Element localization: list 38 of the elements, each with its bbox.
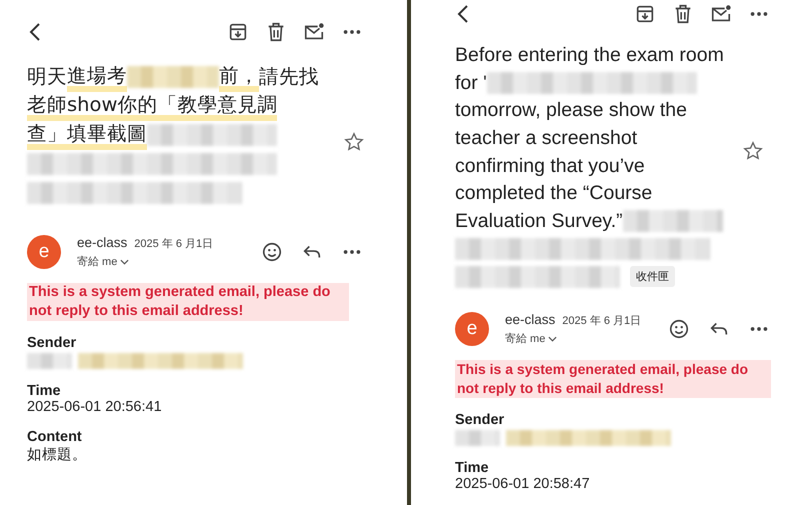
field-value: 如標題。	[27, 446, 88, 464]
subject-text: 請先找	[259, 64, 319, 90]
subject-text: completed the “Course	[455, 182, 652, 206]
subject-text: Before entering the exam room	[455, 44, 724, 68]
sender-name: ee-class	[77, 235, 128, 250]
redacted-text	[455, 430, 500, 446]
star-icon[interactable]	[343, 130, 365, 152]
field-label: Time	[27, 383, 62, 399]
field-label: Sender	[455, 412, 506, 428]
subject-text: teacher a screenshot	[455, 127, 638, 150]
star-icon[interactable]	[742, 140, 764, 162]
field-label: Content	[27, 429, 83, 445]
warning-text: This is a system generated email, please do not reply to this email address!	[455, 360, 771, 398]
field-label: Sender	[27, 335, 78, 351]
warning-text: This is a system generated email, please do not reply to this email address!	[27, 283, 349, 321]
avatar: e	[455, 312, 489, 346]
chevron-icon	[548, 336, 558, 342]
archive-icon[interactable]	[634, 3, 656, 25]
subject-text: for '	[455, 72, 487, 95]
redacted-text	[27, 353, 72, 369]
subject-text: Evaluation Survey.”	[455, 210, 623, 233]
archive-icon[interactable]	[227, 21, 249, 43]
field-value: 2025-06-01 20:58:47	[455, 476, 591, 492]
avatar: e	[27, 235, 61, 269]
message-date: 2025 年 6 月1日	[134, 237, 214, 251]
sender-name: ee-class	[505, 312, 556, 328]
chevron-icon	[120, 258, 130, 264]
emoji-icon[interactable]	[261, 241, 283, 263]
recipient-toggle[interactable]: 寄給 me	[77, 254, 243, 269]
recipient-toggle[interactable]: 寄給 me	[505, 331, 650, 346]
subject-text: confirming that you’ve	[455, 154, 645, 178]
subject-text: 明天	[27, 64, 67, 90]
message-date: 2025 年 6 月1日	[562, 314, 642, 328]
field-label: Time	[455, 460, 490, 476]
field-value: 2025-06-01 20:56:41	[27, 399, 163, 415]
emoji-icon[interactable]	[668, 318, 690, 340]
inbox-label[interactable]: 收件匣	[630, 266, 675, 288]
subject-text: tomorrow, please show the	[455, 99, 687, 122]
